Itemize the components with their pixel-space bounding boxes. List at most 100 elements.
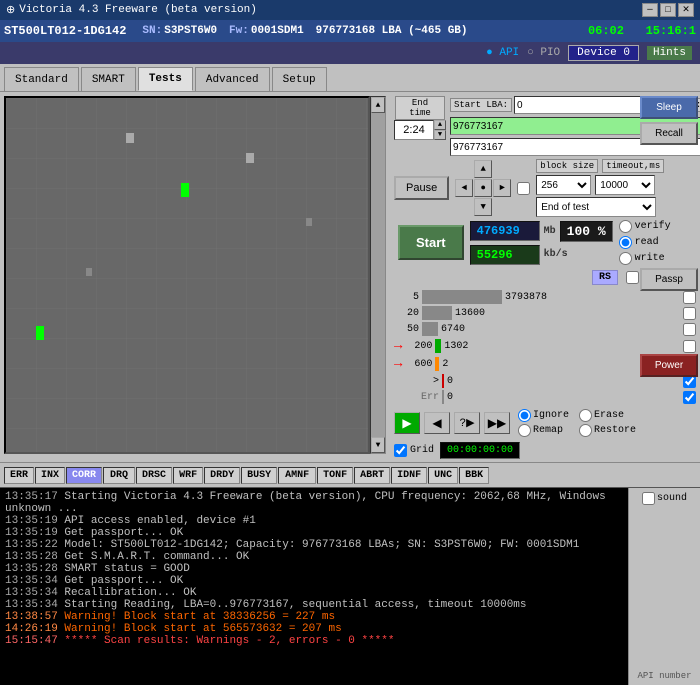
stat-inx[interactable]: INX xyxy=(35,467,65,484)
tab-standard[interactable]: Standard xyxy=(4,67,79,91)
recall-button[interactable]: Recall xyxy=(640,122,698,145)
ignore-label[interactable]: Ignore xyxy=(518,409,569,422)
arrow-left[interactable]: ◄ xyxy=(455,179,473,197)
block-size-label: block size xyxy=(536,159,598,173)
start-lba-label: Start LBA: xyxy=(450,98,512,112)
erase-label[interactable]: Erase xyxy=(579,409,636,422)
ignore-radio[interactable] xyxy=(518,409,531,422)
stat-busy[interactable]: BUSY xyxy=(241,467,277,484)
fw-label: Fw: xyxy=(229,25,249,37)
bottom-area: 13:35:17 Starting Victoria 4.3 Freeware … xyxy=(0,488,700,685)
time-down-btn[interactable]: ▼ xyxy=(434,130,446,140)
time-display: 06:02 15:16:1 xyxy=(588,24,696,38)
pio-radio[interactable]: ○ PIO xyxy=(527,47,560,59)
write-radio[interactable] xyxy=(619,252,632,265)
power-button[interactable]: Power xyxy=(640,354,698,377)
log-line-6: 13:35:28 SMART status = GOOD xyxy=(5,563,623,575)
grid-checkbox[interactable] xyxy=(394,444,407,457)
bar-err xyxy=(442,390,444,404)
stat-tonf[interactable]: TONF xyxy=(317,467,353,484)
sleep-button[interactable]: Sleep xyxy=(640,96,698,119)
error-options: Ignore Remap Erase Restore xyxy=(518,409,636,437)
tab-setup[interactable]: Setup xyxy=(272,67,327,91)
hints-button[interactable]: Hints xyxy=(647,46,692,60)
arrow-200-icon: → xyxy=(394,338,402,354)
arrow-right[interactable]: ► xyxy=(493,179,511,197)
sound-label[interactable]: sound xyxy=(642,492,687,505)
kbs-unit: kb/s xyxy=(544,249,568,260)
close-button[interactable]: ✕ xyxy=(678,3,694,17)
block-size-select[interactable]: 256 xyxy=(536,175,591,195)
rs-badge[interactable]: RS xyxy=(592,270,618,285)
rewind-button[interactable]: ◀ xyxy=(424,412,450,434)
bar-200 xyxy=(435,339,441,353)
stat-err[interactable]: ERR xyxy=(4,467,34,484)
bar-err-check[interactable] xyxy=(683,391,696,404)
scroll-up[interactable]: ▲ xyxy=(371,97,385,113)
window-controls: ─ □ ✕ xyxy=(642,3,694,17)
start-lba-input[interactable] xyxy=(514,96,652,114)
bar-20 xyxy=(422,306,452,320)
tab-smart[interactable]: SMART xyxy=(81,67,136,91)
log-line-11: 14:26:19 Warning! Block start at 5655736… xyxy=(5,623,623,635)
grid-display: 00:00:00:00 xyxy=(440,442,520,459)
playback-row: ▶ ◀ ?▶ ▶▶ Ignore Remap xyxy=(394,409,696,437)
arrow-empty-bl xyxy=(455,198,473,216)
fastfwd-button[interactable]: ▶▶ xyxy=(484,412,510,434)
verify-radio[interactable] xyxy=(619,220,632,233)
minimize-button[interactable]: ─ xyxy=(642,3,658,17)
log-line-5: 13:35:28 Get S.M.A.R.T. command... OK xyxy=(5,551,623,563)
remap-label[interactable]: Remap xyxy=(518,424,569,437)
grid-row: Grid 00:00:00:00 xyxy=(394,442,696,459)
log-line-8: 13:35:34 Recallibration... OK xyxy=(5,587,623,599)
skip-button[interactable]: ?▶ xyxy=(454,412,480,434)
scroll-down[interactable]: ▼ xyxy=(371,437,385,453)
stat-drsc[interactable]: DRSC xyxy=(136,467,172,484)
sound-checkbox[interactable] xyxy=(642,492,655,505)
tab-advanced[interactable]: Advanced xyxy=(195,67,270,91)
read-radio[interactable] xyxy=(619,236,632,249)
stat-amnf[interactable]: AMNF xyxy=(278,467,316,484)
start-button[interactable]: Start xyxy=(398,225,464,260)
status-bar: ● API ○ PIO Device 0 Hints xyxy=(0,42,700,64)
end-time-input[interactable] xyxy=(394,120,434,140)
time-up-btn[interactable]: ▲ xyxy=(434,120,446,130)
passp-button[interactable]: Passp xyxy=(640,268,698,291)
log-line-1: 13:35:17 Starting Victoria 4.3 Freeware … xyxy=(5,491,623,515)
arrow-center[interactable]: ● xyxy=(474,179,492,197)
api-radio[interactable]: ● API xyxy=(486,47,519,59)
graph-panel xyxy=(4,96,370,454)
title-bar: ⊕ Victoria 4.3 Freeware (beta version) ─… xyxy=(0,0,700,20)
log-line-4: 13:35:22 Model: ST500LT012-1DG142; Capac… xyxy=(5,539,623,551)
play-button[interactable]: ▶ xyxy=(394,412,420,434)
api-number-label: API number xyxy=(637,671,691,681)
app-icon: ⊕ xyxy=(6,3,15,17)
scroll-track xyxy=(371,113,385,437)
stat-bbk[interactable]: BBK xyxy=(459,467,489,484)
tab-tests[interactable]: Tests xyxy=(138,67,193,91)
kbs-value: 55296 xyxy=(470,245,540,265)
stat-idnf[interactable]: IDNF xyxy=(391,467,427,484)
grid-label[interactable]: Grid xyxy=(394,444,434,457)
restore-label[interactable]: Restore xyxy=(579,424,636,437)
stat-corr[interactable]: CORR xyxy=(66,467,102,484)
log-side-panel: sound API number xyxy=(628,488,700,685)
stat-unc[interactable]: UNC xyxy=(428,467,458,484)
graph-scrollbar[interactable]: ▲ ▼ xyxy=(370,96,386,454)
restore-radio[interactable] xyxy=(579,424,592,437)
stat-drq[interactable]: DRQ xyxy=(103,467,135,484)
arrow-600-icon: → xyxy=(394,356,402,372)
arrow-up[interactable]: ▲ xyxy=(474,160,492,178)
erase-radio[interactable] xyxy=(579,409,592,422)
stat-wrf[interactable]: WRF xyxy=(173,467,203,484)
mb-value: 476939 xyxy=(470,221,540,241)
stat-drdy[interactable]: DRDY xyxy=(204,467,240,484)
arrow-checkbox[interactable] xyxy=(517,182,530,195)
pause-button[interactable]: Pause xyxy=(394,176,449,200)
log-line-2: 13:35:19 API access enabled, device #1 xyxy=(5,515,623,527)
stat-abrt[interactable]: ABRT xyxy=(354,467,390,484)
maximize-button[interactable]: □ xyxy=(660,3,676,17)
title-text: Victoria 4.3 Freeware (beta version) xyxy=(19,4,257,16)
arrow-down[interactable]: ▼ xyxy=(474,198,492,216)
remap-radio[interactable] xyxy=(518,424,531,437)
